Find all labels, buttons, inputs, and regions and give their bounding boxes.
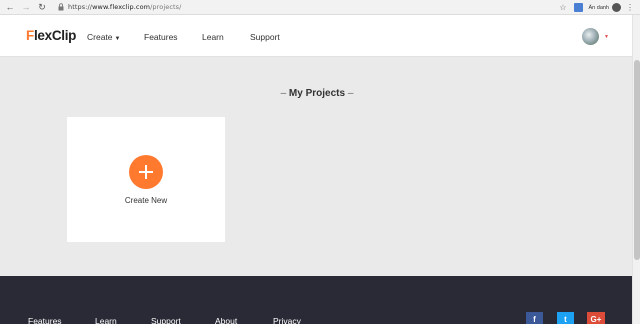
translate-icon[interactable]: [573, 3, 583, 12]
create-new-card[interactable]: Create New: [67, 117, 225, 242]
incognito-icon[interactable]: [612, 3, 621, 12]
nav-support-link[interactable]: Support: [250, 32, 280, 42]
flexclip-logo[interactable]: FlexClip: [26, 28, 76, 43]
address-bar[interactable]: https://www.flexclip.com/projects/: [68, 3, 181, 11]
facebook-icon[interactable]: f: [526, 312, 543, 324]
create-new-label: Create New: [124, 196, 168, 205]
nav-learn-link[interactable]: Learn: [202, 32, 224, 42]
footer-link-learn[interactable]: Learn: [95, 316, 117, 324]
site-header: FlexClip Create ▼ Features Learn Support …: [0, 15, 632, 57]
google-plus-icon[interactable]: G+: [587, 312, 605, 324]
logo-letter: F: [26, 28, 34, 43]
reload-icon[interactable]: ↻: [36, 1, 48, 13]
url-host: www.flexclip.com: [92, 3, 151, 11]
chevron-down-icon: ▼: [114, 36, 121, 42]
url-path: /projects/: [150, 3, 182, 11]
page-title-text: My Projects: [288, 88, 346, 99]
back-arrow-icon[interactable]: ←: [4, 1, 16, 13]
title-dash-left: –: [280, 88, 289, 99]
user-avatar[interactable]: [582, 28, 599, 45]
browser-actions: ☆ Ẩn danh ⋮: [552, 1, 634, 14]
incognito-label: Ẩn danh: [588, 4, 610, 11]
forward-arrow-icon[interactable]: →: [20, 1, 32, 13]
page-title: – My Projects –: [262, 88, 372, 99]
footer-link-features[interactable]: Features: [28, 316, 62, 324]
logo-text: lexClip: [33, 28, 77, 43]
title-dash-right: –: [345, 88, 354, 99]
account-caret-icon[interactable]: ▼: [604, 34, 609, 40]
kebab-menu-icon[interactable]: ⋮: [626, 3, 634, 12]
lock-icon[interactable]: [56, 2, 66, 12]
footer-link-privacy[interactable]: Privacy: [273, 316, 301, 324]
url-scheme: https://: [68, 3, 93, 11]
nav-features-link[interactable]: Features: [144, 32, 178, 42]
page-scrollbar[interactable]: [632, 15, 640, 324]
browser-toolbar: ← → ↻ https://www.flexclip.com/projects/…: [0, 0, 640, 15]
scrollbar-thumb[interactable]: [634, 60, 640, 260]
site-footer: Features Learn Support About Privacy f t…: [0, 276, 632, 324]
twitter-icon[interactable]: t: [557, 312, 574, 324]
plus-icon[interactable]: [129, 155, 163, 189]
nav-create-menu[interactable]: Create ▼: [87, 32, 120, 42]
footer-link-about[interactable]: About: [215, 316, 237, 324]
footer-link-support[interactable]: Support: [151, 316, 181, 324]
star-icon[interactable]: ☆: [559, 3, 566, 12]
nav-create-label: Create: [87, 32, 113, 42]
